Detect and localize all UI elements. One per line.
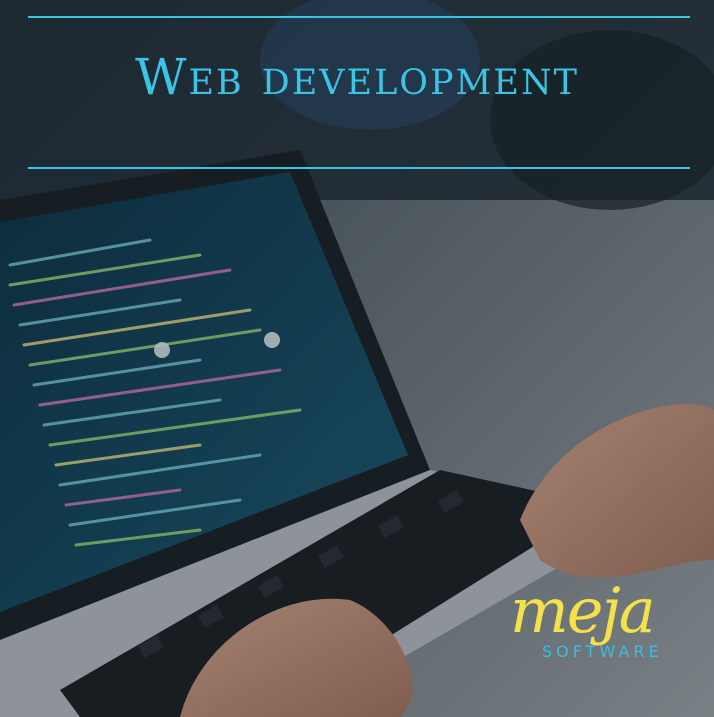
brand-tagline: SOFTWARE (542, 642, 663, 661)
bottom-divider (28, 167, 690, 169)
brand-logo: meja SOFTWARE (502, 574, 692, 692)
brand-name: meja (510, 574, 656, 647)
promo-graphic: Web development meja SOFTWARE (0, 0, 714, 717)
top-divider (28, 16, 690, 18)
headline: Web development (135, 48, 579, 106)
